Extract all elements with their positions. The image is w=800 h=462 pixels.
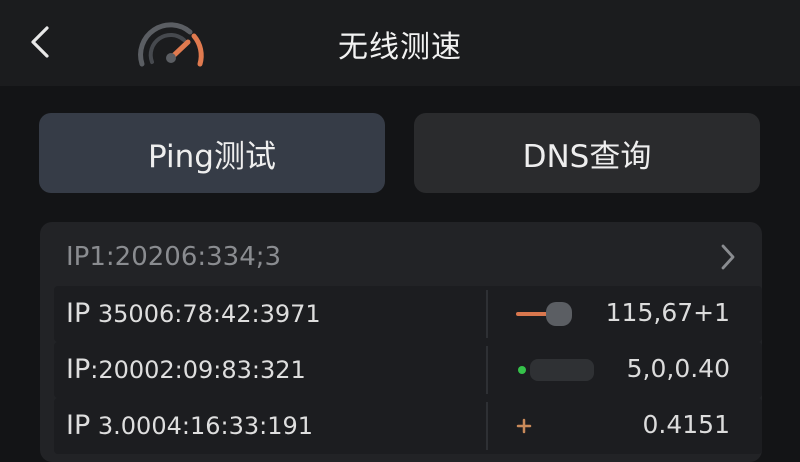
results-panel: IP1:20206:334;3 IP 35006:78:42:3971 115,…: [40, 222, 762, 462]
plus-icon: [516, 418, 532, 434]
ping-test-button[interactable]: Ping测试: [39, 113, 385, 193]
ip-address: IP 35006:78:42:3971: [66, 298, 321, 329]
column-divider: [486, 346, 488, 394]
ip-address: IP:20002:09:83:321: [66, 354, 306, 385]
result-value: 5,0,0.40: [626, 354, 730, 383]
app-header: 无线测速: [0, 0, 800, 86]
result-row[interactable]: IP:20002:09:83:321 5,0,0.40: [54, 342, 762, 398]
result-value: 115,67+1: [605, 298, 730, 327]
page-title: 无线测速: [338, 30, 462, 65]
column-divider: [486, 402, 488, 450]
header-ip-text: IP1:20206:334;3: [66, 242, 282, 272]
column-divider: [486, 290, 488, 338]
ip-address: IP 3.0004:16:33:191: [66, 410, 313, 441]
green-dot-indicator: [518, 359, 594, 381]
panel-header[interactable]: IP1:20206:334;3: [40, 222, 762, 286]
orange-bar-indicator: [516, 302, 572, 326]
dns-query-button[interactable]: DNS查询: [414, 113, 760, 193]
result-row[interactable]: IP 3.0004:16:33:191 0.4151: [54, 398, 762, 454]
result-value: 0.4151: [642, 410, 730, 439]
chevron-right-icon: [721, 244, 735, 270]
result-row[interactable]: IP 35006:78:42:3971 115,67+1: [54, 286, 762, 342]
